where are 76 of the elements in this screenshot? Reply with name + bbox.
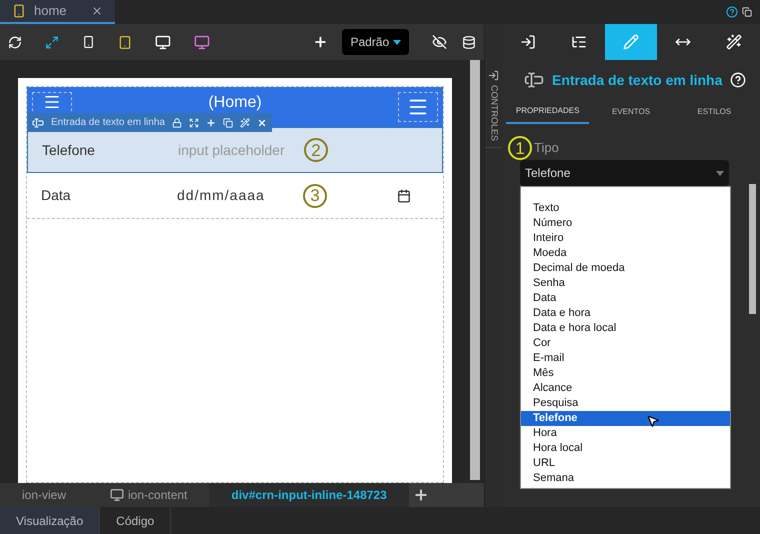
option-item[interactable]: Número	[521, 216, 730, 231]
type-select[interactable]: Telefone	[520, 160, 729, 186]
option-item[interactable]: Data e hora	[521, 306, 730, 321]
scrollbar[interactable]	[749, 184, 756, 314]
calendar-icon[interactable]	[397, 188, 411, 202]
option-item[interactable]: Senha	[521, 276, 730, 291]
text-input-icon	[524, 70, 544, 90]
row-label: Telefone	[42, 140, 96, 160]
database-icon[interactable]	[462, 34, 476, 50]
option-item[interactable]: Semana	[521, 471, 730, 486]
date-field[interactable]: dd/mm/aaaa	[177, 185, 303, 206]
login-icon	[520, 34, 536, 50]
option-item[interactable]: Hora	[521, 426, 730, 441]
panel-title: Entrada de texto em linha	[552, 70, 722, 90]
header-title: (Home)	[208, 93, 262, 113]
view-tab[interactable]: Visualização	[0, 507, 100, 534]
view-tab[interactable]: Código	[100, 507, 172, 534]
refresh-icon[interactable]	[8, 34, 22, 50]
restore-icon[interactable]	[742, 7, 752, 17]
menu-icon[interactable]	[43, 93, 61, 111]
wand-icon[interactable]	[240, 118, 250, 128]
close-icon[interactable]	[256, 118, 267, 128]
phone-icon	[12, 4, 26, 18]
row-label: Data	[41, 186, 72, 205]
expand-icon[interactable]	[188, 118, 199, 128]
input-row[interactable]: Data dd/mm/aaaa 3	[27, 173, 443, 219]
option-item[interactable]: Alcance	[521, 381, 730, 396]
caret-icon	[716, 170, 724, 176]
file-tab[interactable]: home	[0, 0, 115, 24]
text-input-icon	[32, 116, 44, 128]
pencil-icon	[622, 34, 639, 50]
option-item[interactable]: Pesquisa	[521, 396, 730, 411]
breadcrumb-item[interactable]: ion-view	[0, 483, 88, 507]
option-item[interactable]: Hora local	[521, 441, 730, 456]
element-label: Entrada de texto em linha	[51, 116, 165, 130]
option-item[interactable]: Texto	[521, 201, 730, 216]
monitor-icon	[110, 488, 124, 502]
panel-subtab[interactable]: ESTILOS	[672, 100, 756, 124]
preset-dropdown[interactable]: Padrão	[342, 29, 410, 55]
number-marker: 2	[304, 138, 328, 162]
lock-icon[interactable]	[172, 118, 182, 128]
option-item[interactable]: Telefone	[521, 411, 730, 426]
caret-icon	[393, 40, 402, 44]
side-tab-label: CONTROLES	[488, 85, 500, 142]
option-item[interactable]: Mês	[521, 366, 730, 381]
expand-icon[interactable]	[44, 34, 59, 50]
option-item[interactable]: Inteiro	[521, 231, 730, 246]
scrollbar[interactable]	[470, 60, 480, 480]
add-icon[interactable]	[412, 487, 429, 503]
cursor-icon	[646, 414, 660, 428]
eye-off-icon[interactable]	[432, 34, 448, 50]
monitor-icon[interactable]	[154, 34, 171, 50]
login-icon	[488, 70, 499, 81]
panel-subtab[interactable]: EVENTOS	[589, 100, 673, 124]
tablet-icon[interactable]	[118, 34, 132, 50]
tab-title: home	[34, 2, 67, 20]
option-item[interactable]: Moeda	[521, 246, 730, 261]
panel-subtab[interactable]: PROPRIEDADES	[506, 100, 590, 124]
add-icon[interactable]	[312, 34, 328, 50]
field-label: Tipo	[534, 139, 559, 158]
phone-icon[interactable]	[82, 35, 95, 49]
breadcrumb-item[interactable]: div#crn-input-inline-148723	[209, 483, 409, 507]
option-item[interactable]: URL	[521, 456, 730, 471]
option-item[interactable]: Cor	[521, 336, 730, 351]
number-marker: 3	[303, 184, 327, 208]
copy-icon[interactable]	[222, 118, 233, 128]
input-row[interactable]: Telefone input placeholder 2	[27, 127, 443, 173]
option-item[interactable]: Data	[521, 291, 730, 306]
option-item[interactable]: Data e hora local	[521, 321, 730, 336]
wand-icon	[726, 34, 742, 50]
breadcrumb-item[interactable]: ion-content	[88, 483, 210, 507]
help-icon[interactable]	[726, 6, 738, 18]
close-icon[interactable]	[91, 5, 103, 17]
tree-icon	[571, 34, 588, 50]
option-item[interactable]: E-mail	[521, 351, 730, 366]
option-item[interactable]: Decimal de moeda	[521, 261, 730, 276]
